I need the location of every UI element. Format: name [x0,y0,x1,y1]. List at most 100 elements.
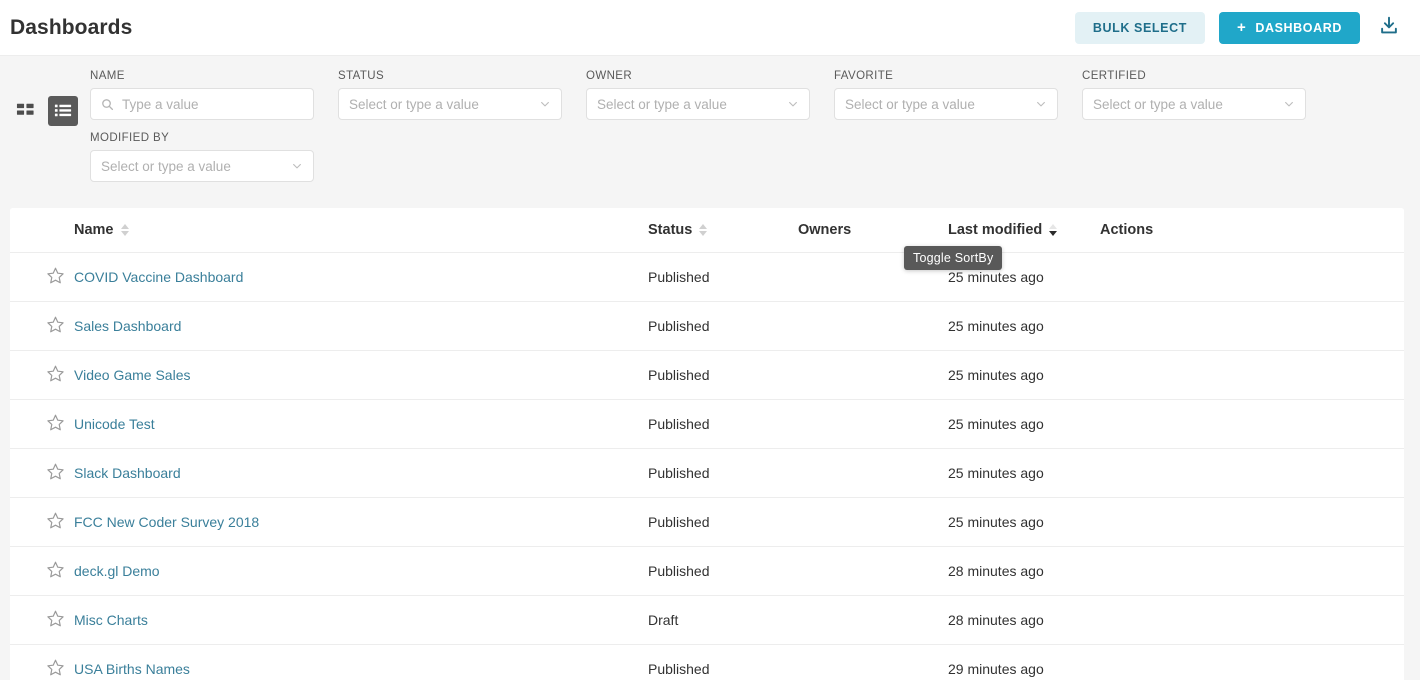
chevron-down-icon [787,98,799,110]
table-body: COVID Vaccine Dashboard Published 25 minut… [10,253,1404,680]
cell-name: Unicode Test [74,400,648,449]
cell-last-modified: 25 minutes ago [948,449,1100,498]
favorite-select[interactable]: Select or type a value [834,88,1058,120]
search-input[interactable]: Type a value [90,88,314,120]
dashboard-link[interactable]: USA Births Names [74,661,190,677]
favorite-star-icon[interactable] [10,511,65,530]
favorite-star-icon[interactable] [10,266,65,285]
cell-status: Published [648,351,798,400]
cell-favorite [10,351,74,400]
status-select[interactable]: Select or type a value [338,88,562,120]
cell-owners [798,498,948,547]
favorite-select-placeholder: Select or type a value [845,97,975,112]
filter-owner-label: OWNER [586,70,810,82]
import-dashboard-button[interactable] [1374,11,1404,44]
cell-actions [1100,253,1404,302]
cell-status: Published [648,302,798,351]
favorite-star-icon[interactable] [10,462,65,481]
table-row: deck.gl Demo Published 28 minutes ago [10,547,1404,596]
owner-select-placeholder: Select or type a value [597,97,727,112]
cell-last-modified: 25 minutes ago [948,400,1100,449]
chevron-down-icon [539,98,551,110]
favorite-star-icon[interactable] [10,315,65,334]
dashboard-list-table: Name Status Owners [10,208,1404,680]
favorite-star-icon[interactable] [10,658,65,677]
cell-name: FCC New Coder Survey 2018 [74,498,648,547]
cell-name: Video Game Sales [74,351,648,400]
sort-by-name-button[interactable]: Name [74,222,129,238]
dashboard-link[interactable]: Misc Charts [74,612,148,628]
th-status-label: Status [648,222,692,238]
dashboard-link[interactable]: Video Game Sales [74,367,190,383]
dashboard-list-card: Name Status Owners [10,208,1404,680]
sort-by-status-button[interactable]: Status [648,222,707,238]
cell-actions [1100,449,1404,498]
certified-select-placeholder: Select or type a value [1093,97,1223,112]
th-actions: Actions [1100,208,1404,253]
dashboard-link[interactable]: Slack Dashboard [74,465,181,481]
cell-name: USA Births Names [74,645,648,680]
search-input-placeholder: Type a value [122,97,199,112]
favorite-star-icon[interactable] [10,413,65,432]
search-icon [101,98,114,111]
new-dashboard-button[interactable]: + DASHBOARD [1219,12,1360,44]
filter-status: STATUS Select or type a value [338,70,562,120]
th-name-label: Name [74,222,114,238]
cell-favorite [10,596,74,645]
page-title: Dashboards [10,16,132,40]
cell-favorite [10,449,74,498]
table-header-row: Name Status Owners [10,208,1404,253]
th-status: Status [648,208,798,253]
bulk-select-button[interactable]: BULK SELECT [1075,12,1205,44]
cell-actions [1100,596,1404,645]
table-row: Video Game SalesPublished25 minutes ago [10,351,1404,400]
dashboard-link[interactable]: FCC New Coder Survey 2018 [74,514,259,530]
th-last-modified: Last modified Toggle SortBy [948,208,1100,253]
filters-grid: NAME Type a value STATUS Select or type … [90,70,1404,194]
th-favorite [10,208,74,253]
table-row: Unicode TestPublished25 minutes ago [10,400,1404,449]
cell-favorite [10,253,74,302]
cell-last-modified: 28 minutes ago [948,596,1100,645]
certified-select[interactable]: Select or type a value [1082,88,1306,120]
cell-last-modified: 25 minutes ago [948,498,1100,547]
favorite-star-icon[interactable] [10,560,65,579]
filter-name-label: NAME [90,70,314,82]
new-dashboard-label: DASHBOARD [1255,21,1342,35]
th-owners-label: Owners [798,222,851,238]
dashboard-link[interactable]: Sales Dashboard [74,318,181,334]
cell-owners [798,351,948,400]
favorite-star-icon[interactable] [10,364,65,383]
dashboard-link[interactable]: deck.gl Demo [74,563,160,579]
page-header: Dashboards BULK SELECT + DASHBOARD [0,0,1420,56]
cell-owners [798,547,948,596]
dashboard-link[interactable]: Unicode Test [74,416,155,432]
card-view-icon [16,100,35,122]
owner-select[interactable]: Select or type a value [586,88,810,120]
cell-last-modified: 28 minutes ago [948,547,1100,596]
th-name: Name [74,208,648,253]
table-row: USA Births NamesPublished29 minutes ago [10,645,1404,680]
table-row: FCC New Coder Survey 2018Published25 min… [10,498,1404,547]
th-last-modified-label: Last modified [948,222,1042,238]
filter-name: NAME Type a value [90,70,314,120]
filters-bar: NAME Type a value STATUS Select or type … [0,56,1420,208]
table-row: Misc ChartsDraft28 minutes ago [10,596,1404,645]
cell-name: deck.gl Demo [74,547,648,596]
cell-owners [798,400,948,449]
view-mode-toggle [10,96,78,126]
list-view-button[interactable] [48,96,78,126]
download-icon [1378,15,1400,40]
sort-icon [699,224,707,236]
modified-by-select-placeholder: Select or type a value [101,159,231,174]
th-owners: Owners [798,208,948,253]
dashboard-link[interactable]: COVID Vaccine Dashboard [74,269,243,285]
sort-icon-active [1049,224,1057,236]
chevron-down-icon [291,160,303,172]
cell-status: Published [648,547,798,596]
table-row: Sales DashboardPublished25 minutes ago [10,302,1404,351]
card-view-button[interactable] [10,96,40,126]
sort-by-last-modified-button[interactable]: Last modified Toggle SortBy [948,222,1057,238]
favorite-star-icon[interactable] [10,609,65,628]
modified-by-select[interactable]: Select or type a value [90,150,314,182]
